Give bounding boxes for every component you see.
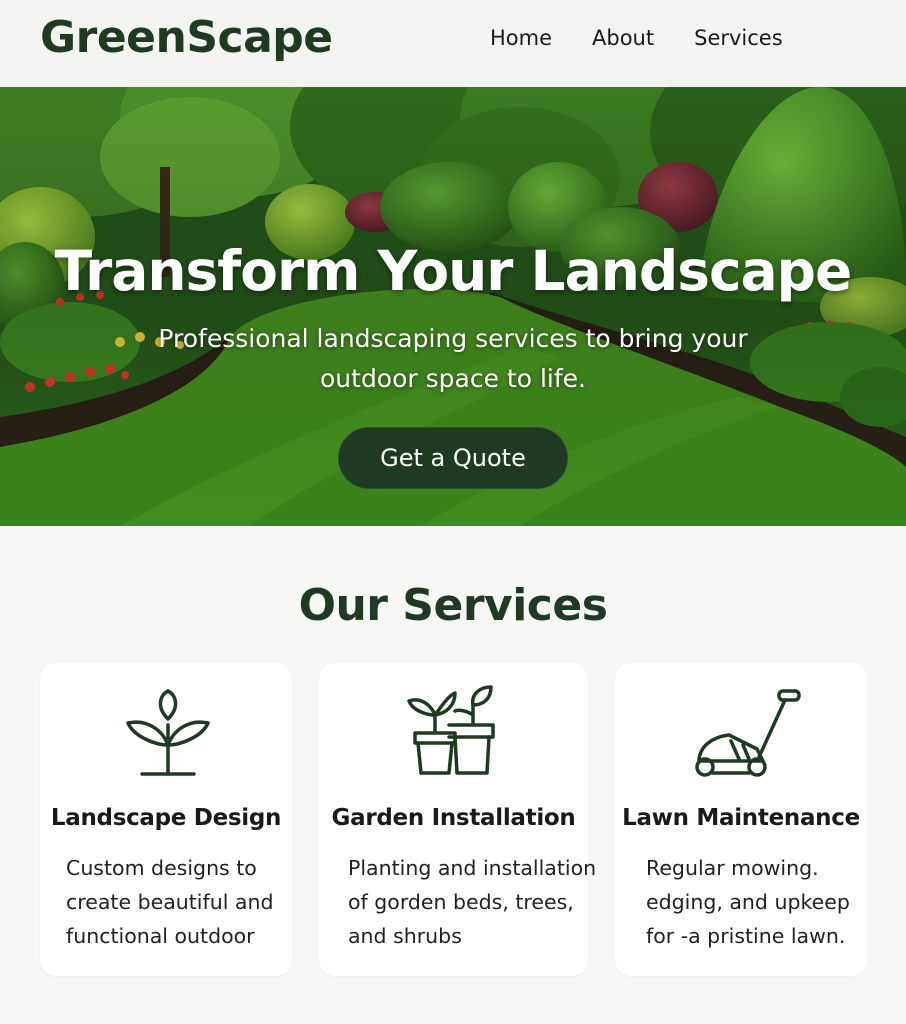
service-card-lawn-maintenance[interactable]: Lawn Maintenance Regular mowing. edging,…: [615, 663, 867, 976]
card-description-line: Regular mowing.: [646, 856, 819, 880]
site-header: GreenScape Home About Services: [0, 0, 906, 87]
card-description-line: functional outdoor: [66, 924, 255, 948]
service-card-landscape-design[interactable]: Landscape Design Custom designs to creat…: [40, 663, 292, 976]
nav-link-services[interactable]: Services: [694, 26, 783, 50]
card-description-line: for -a pristine lawn.: [646, 924, 846, 948]
card-description-line: edging, and upkeep: [646, 890, 850, 914]
card-description-line: and shrubs: [348, 924, 462, 948]
card-description-line: Planting and installation: [348, 856, 597, 880]
card-description-line: Custom designs to: [66, 856, 257, 880]
service-card-garden-installation[interactable]: Garden Installation Planting and install…: [319, 663, 596, 976]
hero-title: Transform Your Landscape: [54, 239, 853, 303]
card-title: Lawn Maintenance: [622, 805, 860, 831]
services-heading: Our Services: [298, 580, 608, 631]
card-description: Regular mowing. edging, and upkeep for -…: [646, 851, 850, 953]
hero-section: Transform Your Landscape Professional la…: [0, 87, 906, 526]
nav-link-home[interactable]: Home: [490, 26, 552, 50]
card-description: Planting and installation of gorden beds…: [348, 851, 596, 953]
get-quote-button[interactable]: Get a Quote: [338, 427, 568, 489]
site-logo[interactable]: GreenScape: [40, 12, 333, 63]
card-description-line: create beautiful and: [66, 890, 274, 914]
hero-subtitle-line: outdoor space to life.: [320, 364, 586, 393]
nav-link-about[interactable]: About: [592, 26, 654, 50]
sprout-icon: [126, 689, 210, 776]
hero-subtitle-line: Professional landscaping services to bri…: [158, 324, 748, 353]
card-description: Custom designs to create beautiful and f…: [66, 851, 274, 953]
card-title: Landscape Design: [50, 805, 282, 831]
card-title: Garden Installation: [331, 805, 576, 831]
hero-subtitle: Professional landscaping services to bri…: [150, 319, 756, 399]
potted-plants-icon: [407, 685, 495, 775]
main-nav: Home About Services: [490, 26, 783, 50]
lawn-mower-icon: [695, 689, 801, 777]
card-description-line: of gorden beds, trees,: [348, 890, 574, 914]
